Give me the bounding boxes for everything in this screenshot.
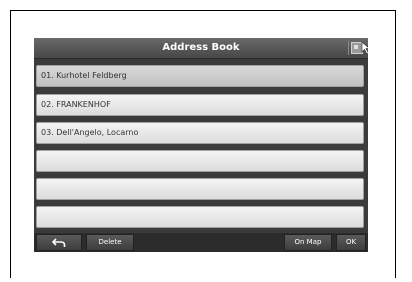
back-button[interactable] xyxy=(36,234,82,251)
ok-button[interactable]: OK xyxy=(336,234,366,251)
list-item[interactable]: 03. Dell'Angelo, Locarno xyxy=(36,122,364,144)
list-item[interactable]: 02. FRANKENHOF xyxy=(36,94,364,116)
list-item[interactable]: 01. Kurhotel Feldberg xyxy=(36,65,364,87)
list-item[interactable] xyxy=(36,178,364,200)
back-arrow-icon xyxy=(52,238,66,247)
title-bar: Address Book xyxy=(34,38,368,59)
bottom-toolbar: Delete On Map OK xyxy=(34,233,368,252)
list-item[interactable] xyxy=(36,150,364,172)
delete-button[interactable]: Delete xyxy=(86,234,134,251)
on-map-button[interactable]: On Map xyxy=(284,234,332,251)
list-item[interactable] xyxy=(36,206,364,228)
address-book-window: Address Book 01. Kurhotel Feldberg 02. F… xyxy=(34,38,368,252)
window-title: Address Book xyxy=(162,42,240,53)
title-divider xyxy=(348,41,349,55)
pointer-icon[interactable] xyxy=(360,41,368,55)
